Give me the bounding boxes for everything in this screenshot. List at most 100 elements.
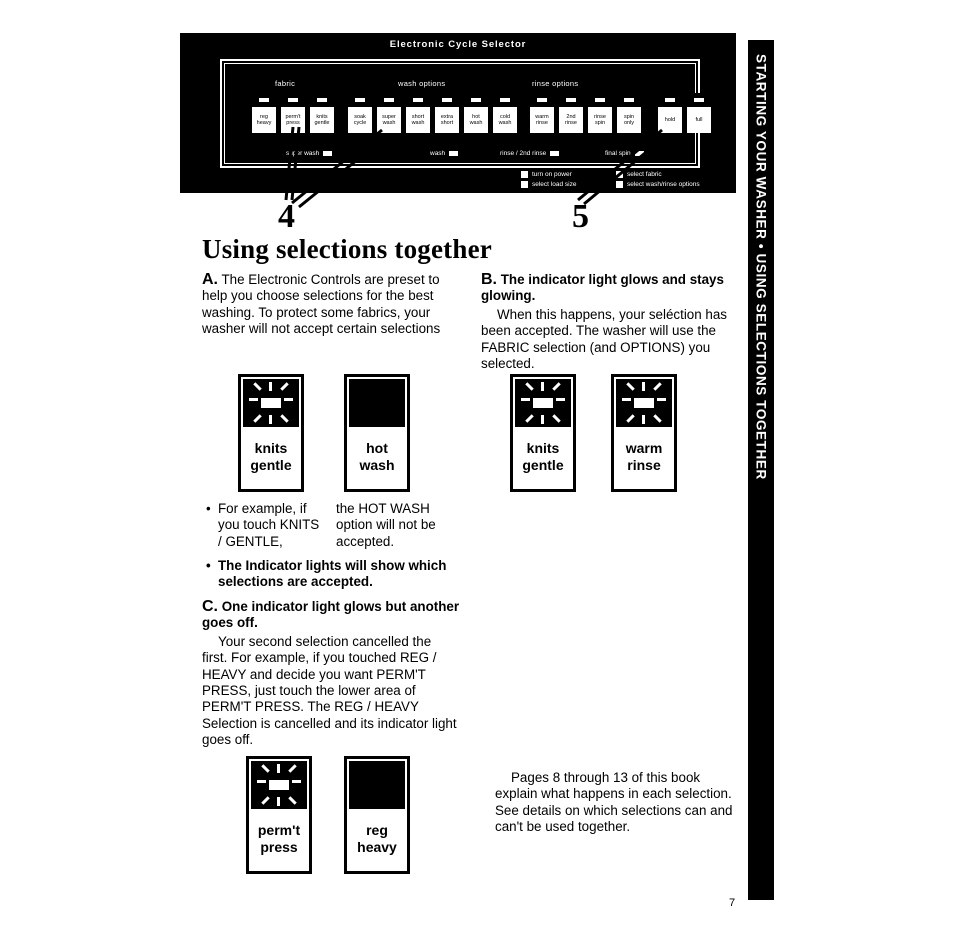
button-cap: knits gentle: [243, 427, 299, 487]
section-a-lead: A.: [202, 271, 218, 288]
glowing-light-icon: [516, 381, 570, 425]
panel-button-line2: wash: [382, 120, 396, 126]
illustration-button-hot-wash-unlit: hot wash: [344, 374, 410, 492]
legend-turn-on-power: turn on power: [521, 171, 572, 178]
panel-button-reg-heavy[interactable]: reg heavy: [252, 93, 276, 133]
status-lamp: [449, 150, 459, 156]
section-c-body: Your second selection cancelled the firs…: [202, 633, 457, 748]
panel-button-line2: short: [440, 120, 454, 126]
section-a: A. The Electronic Controls are preset to…: [202, 271, 460, 338]
legend-select-fabric: select fabric: [616, 171, 662, 178]
indicator-area: [616, 379, 672, 427]
glowing-light-icon: [244, 381, 298, 425]
panel-button-short-wash[interactable]: short wash: [406, 93, 430, 133]
panel-button-line2: rinse: [565, 120, 577, 126]
legend-swatch-icon: [616, 181, 623, 188]
panel-button-super-wash[interactable]: super wash: [377, 93, 401, 133]
panel-button-warm-rinse[interactable]: warm rinse: [530, 93, 554, 133]
example-bullet-left-text: For example, if you touch KNITS / GENTLE…: [206, 501, 326, 550]
indicator-lamp: [530, 93, 554, 107]
panel-button-permt-press[interactable]: perm't press: [281, 93, 305, 133]
button-cap: hot wash: [349, 427, 405, 487]
panel-button-2nd-rinse[interactable]: 2nd rinse: [559, 93, 583, 133]
status-super-wash: super wash: [286, 150, 333, 157]
button-cap-line1: knits: [526, 440, 560, 456]
section-c: C. One indicator light glows but another…: [202, 598, 460, 749]
indicator-lamp: [617, 93, 641, 107]
panel-button-cold-wash[interactable]: cold wash: [493, 93, 517, 133]
status-final-spin: final spin: [605, 150, 644, 157]
button-cap-line1: perm't: [257, 822, 301, 838]
panel-button-line2: cycle: [353, 120, 367, 126]
illustration-button-reg-heavy-unlit: reg heavy: [344, 756, 410, 874]
example-bullet-left: For example, if you touch KNITS / GENTLE…: [206, 501, 326, 550]
panel-button-line2: spin: [594, 120, 606, 126]
indicator-lamp: [658, 93, 682, 107]
glowing-light-icon: [617, 381, 671, 425]
status-rinse-2nd-rinse: rinse / 2nd rinse: [500, 150, 560, 157]
legend-label: turn on power: [532, 171, 572, 179]
panel-button-full[interactable]: full: [687, 93, 711, 133]
indicator-lamp: [406, 93, 430, 107]
indicator-lamp: [588, 93, 612, 107]
panel-button-line1: hold: [664, 116, 676, 123]
button-cap-line2: rinse: [627, 457, 661, 473]
section-a-body: The Electronic Controls are preset to he…: [202, 272, 441, 337]
button-cap-line1: reg: [366, 822, 388, 838]
legend-select-load-size: select load size: [521, 181, 576, 188]
status-wash: wash: [430, 150, 459, 157]
indicator-area: [251, 761, 307, 809]
status-lamp: [550, 150, 560, 156]
closing-note-text: Pages 8 through 13 of this book explain …: [495, 770, 733, 835]
section-tab-label: STARTING YOUR WASHER • USING SELECTIONS …: [753, 54, 769, 480]
indicator-area: [349, 379, 405, 427]
section-c-headline: One indicator light glows but another go…: [202, 599, 460, 631]
button-cap-line1: warm: [625, 440, 663, 456]
indicator-bullet-text: The Indicator lights will show which sel…: [206, 558, 456, 591]
panel-button-line2: heavy: [256, 120, 272, 126]
indicator-lamp: [281, 93, 305, 107]
panel-button-spin-only[interactable]: spin only: [617, 93, 641, 133]
illustration-button-permt-press-lit: perm't press: [246, 756, 312, 874]
section-tab: STARTING YOUR WASHER • USING SELECTIONS …: [748, 40, 774, 900]
panel-button-extra-short[interactable]: extra short: [435, 93, 459, 133]
legend-swatch-icon: [521, 171, 528, 178]
page-title: Using selections together: [202, 234, 492, 264]
example-bullet-right: the HOT WASH option will not be accepted…: [336, 501, 466, 550]
panel-button-line2: rinse: [536, 120, 548, 126]
panel-button-line1: full: [695, 116, 703, 123]
panel-button-knits-gentle[interactable]: knits gentle: [310, 93, 334, 133]
status-label: super wash: [286, 150, 320, 157]
button-cap-line1: knits: [254, 440, 288, 456]
page-number: 7: [729, 897, 736, 909]
panel-button-soak-cycle[interactable]: soak cycle: [348, 93, 372, 133]
panel-button-line2: wash: [498, 120, 512, 126]
indicator-lamp: [310, 93, 334, 107]
panel-button-line2: only: [623, 120, 635, 126]
legend-swatch-icon: [521, 181, 528, 188]
illustration-button-knits-gentle-lit-b: knits gentle: [510, 374, 576, 492]
group-label-wash-options: wash options: [398, 79, 446, 88]
panel-button-rinse-spin[interactable]: rinse spin: [588, 93, 612, 133]
legend-label: select wash/rinse options: [627, 181, 700, 189]
panel-button-hold[interactable]: hold: [658, 93, 682, 133]
button-cap-line2: gentle: [250, 457, 292, 473]
callout-number-4: 4: [278, 198, 295, 235]
button-cap-line2: heavy: [357, 839, 397, 855]
panel-button-line2: wash: [411, 120, 425, 126]
status-label: rinse / 2nd rinse: [500, 150, 547, 157]
button-cap-line2: wash: [359, 457, 395, 473]
button-cap: perm't press: [251, 809, 307, 869]
indicator-lamp: [464, 93, 488, 107]
button-cap-line2: gentle: [522, 457, 564, 473]
indicator-lamp: [559, 93, 583, 107]
legend-swatch-icon: [616, 171, 623, 178]
group-label-rinse-options: rinse options: [532, 79, 579, 88]
legend-label: select load size: [532, 181, 577, 189]
button-cap: warm rinse: [616, 427, 672, 487]
panel-button-hot-wash[interactable]: hot wash: [464, 93, 488, 133]
panel-button-line2: wash: [469, 120, 483, 126]
status-lamp: [323, 150, 333, 156]
closing-note: Pages 8 through 13 of this book explain …: [495, 770, 733, 836]
example-bullet-right-text: the HOT WASH option will not be accepted…: [336, 501, 436, 549]
